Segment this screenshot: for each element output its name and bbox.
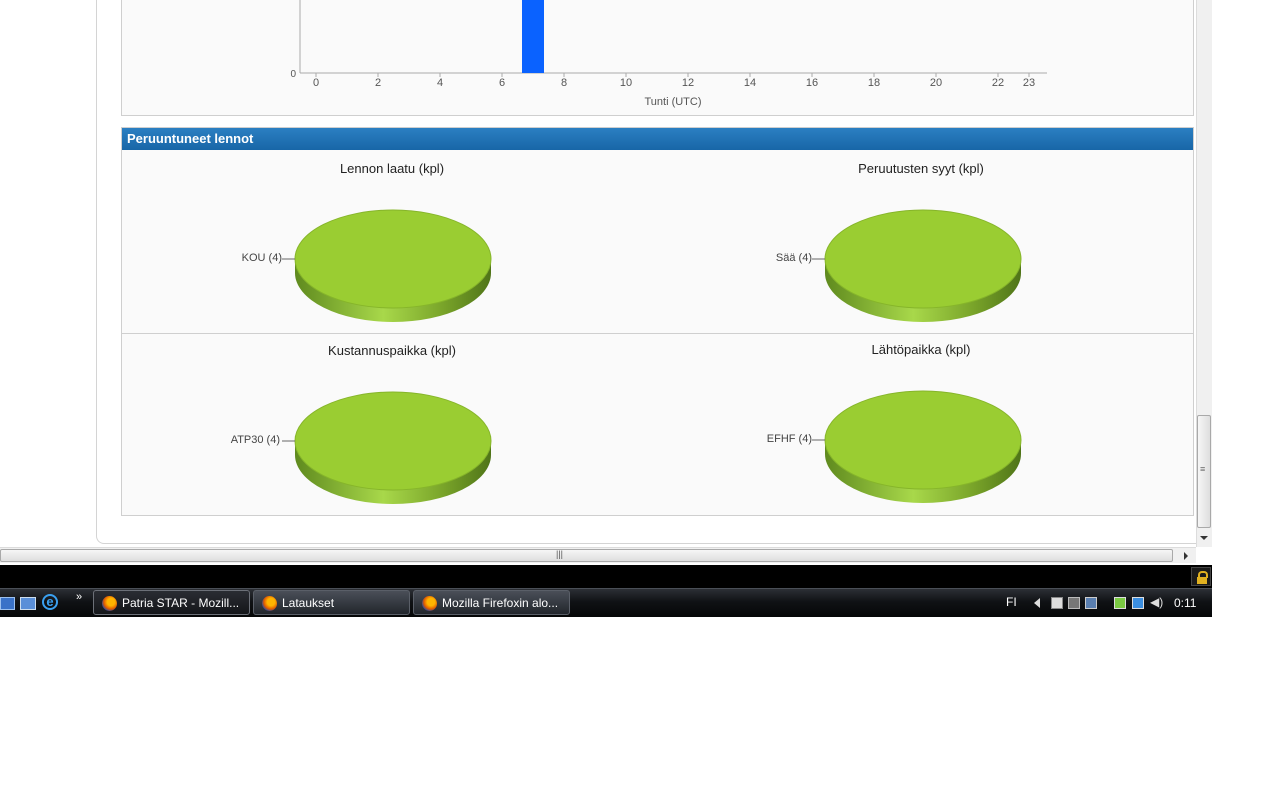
- histogram-chart: 0 0 2 4 6 8 10 12 14 16 18 20 22 23 Tunti (UTC): [290, 0, 1047, 108]
- y-tick-label: 0: [290, 69, 296, 80]
- x-tick-label: 22: [992, 77, 1004, 89]
- taskbar-button-patria-star[interactable]: Patria STAR - Mozill...: [93, 590, 250, 615]
- histogram-bar: [522, 0, 544, 73]
- x-tick-label: 23: [1023, 77, 1035, 89]
- horizontal-scroll-thumb[interactable]: |||: [0, 549, 1173, 562]
- lock-icon: [1191, 567, 1211, 586]
- taskbar-button-firefox-start[interactable]: Mozilla Firefoxin alo...: [413, 590, 570, 615]
- firefox-icon: [262, 596, 277, 611]
- x-axis-title: Tunti (UTC): [644, 96, 701, 108]
- taskbar: e » Patria STAR - Mozill... Lataukset Mo…: [0, 588, 1212, 617]
- x-tick-label: 0: [313, 77, 319, 89]
- tray-app-icon[interactable]: [1051, 597, 1063, 609]
- pie-slice: [282, 391, 492, 504]
- status-bar: [0, 565, 1212, 588]
- x-tick-label: 12: [682, 77, 694, 89]
- cancelled-flights-box: Peruuntuneet lennot Lennon laatu (kpl) P…: [121, 127, 1194, 516]
- tray-display-icon[interactable]: [1068, 597, 1080, 609]
- scroll-grip-icon: |||: [556, 549, 564, 559]
- pie-charts: [282, 209, 1022, 504]
- x-tick-label: 14: [744, 77, 756, 89]
- histogram-box: 0 0 2 4 6 8 10 12 14 16 18 20 22 23 Tunti (UTC): [121, 0, 1194, 116]
- language-indicator[interactable]: FI: [1006, 595, 1017, 609]
- scroll-down-arrow-icon[interactable]: [1200, 536, 1208, 540]
- window-switcher-icon[interactable]: [20, 597, 36, 610]
- x-tick-label: 4: [437, 77, 443, 89]
- x-tick-label: 10: [620, 77, 632, 89]
- tray-volume-icon[interactable]: ◀): [1150, 595, 1163, 609]
- x-tick-label: 16: [806, 77, 818, 89]
- pie-slice: [812, 209, 1022, 322]
- x-tick-label: 8: [561, 77, 567, 89]
- firefox-icon: [102, 596, 117, 611]
- taskbar-button-label: Patria STAR - Mozill...: [122, 596, 240, 610]
- x-tick-label: 6: [499, 77, 505, 89]
- taskbar-clock[interactable]: 0:11: [1174, 596, 1196, 610]
- tray-tool-icon[interactable]: [1085, 597, 1097, 609]
- pie-slice-label: Sää (4): [775, 252, 812, 264]
- taskbar-button-label: Lataukset: [282, 596, 335, 610]
- browser-viewport: 0 0 2 4 6 8 10 12 14 16 18 20 22 23 Tunti (UTC) Peru…: [0, 0, 1212, 563]
- pie-slice-label: KOU (4): [241, 252, 282, 264]
- scroll-right-arrow-icon[interactable]: [1184, 552, 1188, 560]
- internet-explorer-icon[interactable]: e: [42, 594, 58, 610]
- firefox-icon: [422, 596, 437, 611]
- pie-slice: [282, 209, 492, 322]
- show-desktop-icon[interactable]: [0, 597, 15, 610]
- tray-power-icon[interactable]: [1114, 597, 1126, 609]
- pie-slice-label: ATP30 (4): [230, 434, 280, 446]
- taskbar-button-label: Mozilla Firefoxin alo...: [442, 596, 559, 610]
- scroll-grip-icon: ≡: [1200, 464, 1206, 474]
- tray-network-icon[interactable]: [1132, 597, 1144, 609]
- tray-expand-icon[interactable]: [1034, 598, 1040, 608]
- x-tick-label: 20: [930, 77, 942, 89]
- quicklaunch-more-icon[interactable]: »: [76, 591, 82, 603]
- pie-slice-label: EFHF (4): [766, 433, 812, 445]
- vertical-scroll-thumb[interactable]: ≡: [1197, 415, 1211, 528]
- x-tick-label: 18: [868, 77, 880, 89]
- pie-slice: [812, 390, 1022, 503]
- x-tick-label: 2: [375, 77, 381, 89]
- taskbar-button-lataukset[interactable]: Lataukset: [253, 590, 410, 615]
